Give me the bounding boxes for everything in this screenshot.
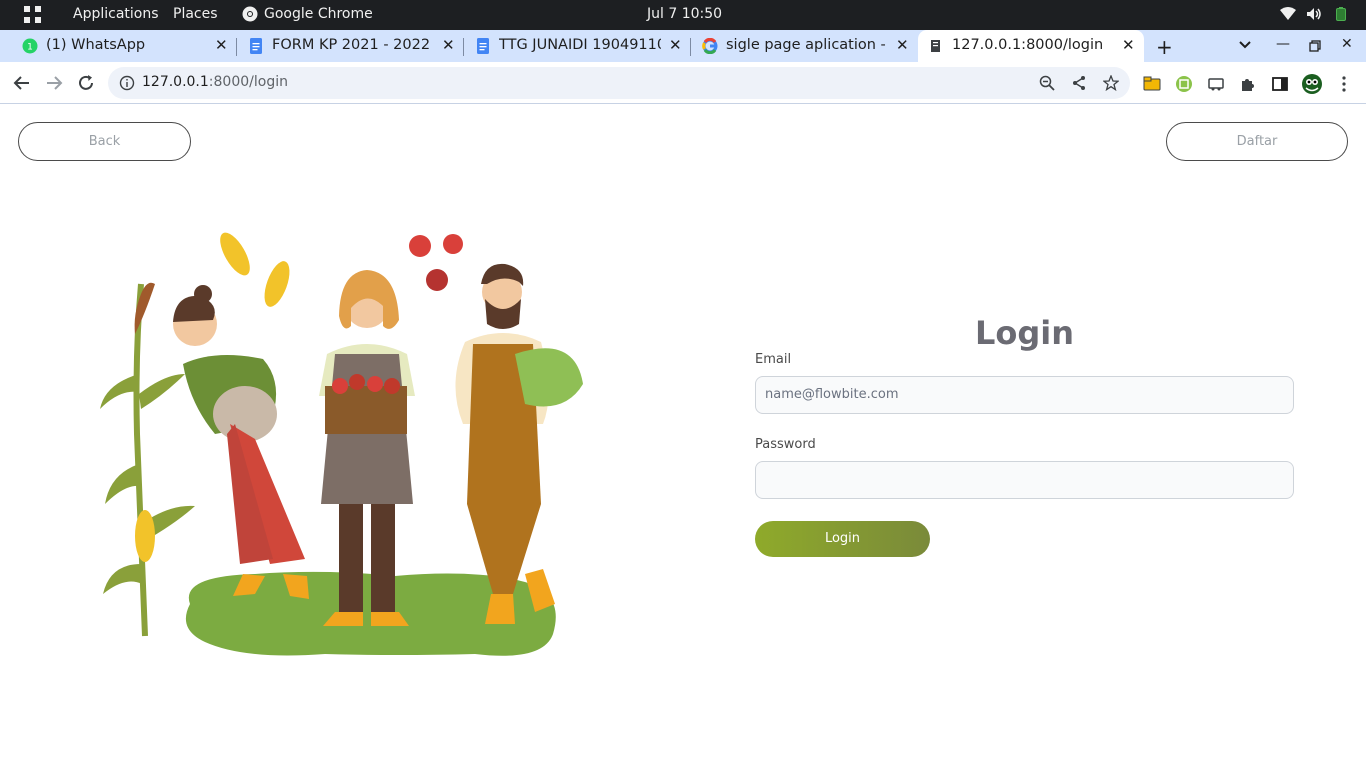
password-field[interactable] (755, 461, 1294, 499)
tab-whatsapp[interactable]: 1 (1) WhatsApp ✕ (12, 30, 238, 62)
close-icon[interactable]: ✕ (1122, 36, 1135, 54)
minimize-icon[interactable]: — (1276, 36, 1290, 52)
tab-ttg-junaidi[interactable]: TTG JUNAIDI 19049110000 ✕ (465, 30, 691, 62)
close-icon[interactable]: ✕ (669, 36, 682, 54)
tab-title: 127.0.0.1:8000/login (952, 37, 1104, 53)
close-icon[interactable]: ✕ (896, 36, 909, 54)
address-bar[interactable]: 127.0.0.1:8000/login (108, 67, 1130, 99)
folder-extension-icon[interactable] (1143, 75, 1161, 93)
page-icon (931, 40, 940, 52)
share-icon[interactable] (1071, 75, 1087, 91)
tab-login-active[interactable]: 127.0.0.1:8000/login ✕ (918, 30, 1144, 62)
daftar-button[interactable]: Daftar (1166, 122, 1348, 161)
profile-avatar-icon[interactable] (1301, 73, 1323, 95)
extensions-puzzle-icon[interactable] (1239, 75, 1257, 93)
volume-icon[interactable] (1306, 7, 1322, 21)
applications-menu[interactable]: Applications (73, 6, 159, 22)
green-extension-icon[interactable] (1175, 75, 1193, 93)
close-icon[interactable]: ✕ (442, 36, 455, 54)
side-panel-icon[interactable] (1271, 75, 1289, 93)
email-field[interactable]: name@flowbite.com (755, 376, 1294, 414)
clock[interactable]: Jul 7 10:50 (647, 6, 722, 22)
email-label: Email (755, 352, 792, 367)
tab-title: sigle page aplication - Po (726, 37, 888, 53)
tab-divider (463, 38, 464, 56)
tab-divider (690, 38, 691, 56)
tab-search-chevron-icon[interactable] (1238, 40, 1252, 50)
bookmark-star-icon[interactable] (1103, 75, 1119, 91)
tab-form-kp[interactable]: FORM KP 2021 - 2022 - G ✕ (238, 30, 464, 62)
url-host: 127.0.0.1 (142, 74, 209, 90)
login-button[interactable]: Login (755, 521, 930, 557)
svg-text:1: 1 (27, 43, 33, 53)
chrome-menu-icon[interactable] (1336, 75, 1352, 93)
zoom-out-icon[interactable] (1039, 75, 1055, 91)
google-icon (702, 38, 718, 54)
login-heading: Login (974, 314, 1075, 352)
tab-title: TTG JUNAIDI 19049110000 (499, 37, 661, 53)
docs-icon (477, 38, 489, 54)
url-text[interactable]: 127.0.0.1:8000/login (142, 74, 288, 90)
tab-title: FORM KP 2021 - 2022 - G (272, 37, 434, 53)
reload-icon[interactable] (76, 73, 96, 93)
close-icon[interactable]: ✕ (215, 36, 228, 54)
browser-toolbar: 127.0.0.1:8000/login (0, 62, 1366, 104)
tab-google-search[interactable]: sigle page aplication - Po ✕ (692, 30, 918, 62)
new-tab-plus-icon[interactable]: + (1156, 35, 1173, 59)
chrome-icon (242, 6, 258, 22)
window-close-icon[interactable]: ✕ (1341, 36, 1353, 52)
restore-icon[interactable] (1309, 40, 1321, 52)
active-app-name[interactable]: Google Chrome (264, 6, 373, 22)
forward-arrow-icon[interactable] (44, 73, 64, 93)
tab-title: (1) WhatsApp (46, 37, 146, 53)
whatsapp-icon: 1 (22, 38, 38, 54)
wifi-icon[interactable] (1280, 7, 1296, 21)
places-menu[interactable]: Places (173, 6, 218, 22)
password-label: Password (755, 437, 816, 452)
apps-grid-icon[interactable] (24, 6, 42, 24)
back-arrow-icon[interactable] (12, 73, 32, 93)
site-info-icon[interactable] (119, 75, 135, 91)
url-path: :8000/login (208, 74, 288, 90)
system-top-bar: Applications Places Google Chrome Jul 7 … (0, 0, 1366, 30)
cast-extension-icon[interactable] (1207, 75, 1225, 93)
battery-icon[interactable] (1336, 7, 1346, 21)
farmers-illustration (100, 232, 583, 656)
browser-tab-strip: 1 (1) WhatsApp ✕ FORM KP 2021 - 2022 - G… (0, 30, 1366, 62)
back-button[interactable]: Back (18, 122, 191, 161)
login-page: Back Daftar Login Email name@flowbite.co… (0, 104, 1366, 768)
tab-divider (236, 38, 237, 56)
docs-icon (250, 38, 262, 54)
